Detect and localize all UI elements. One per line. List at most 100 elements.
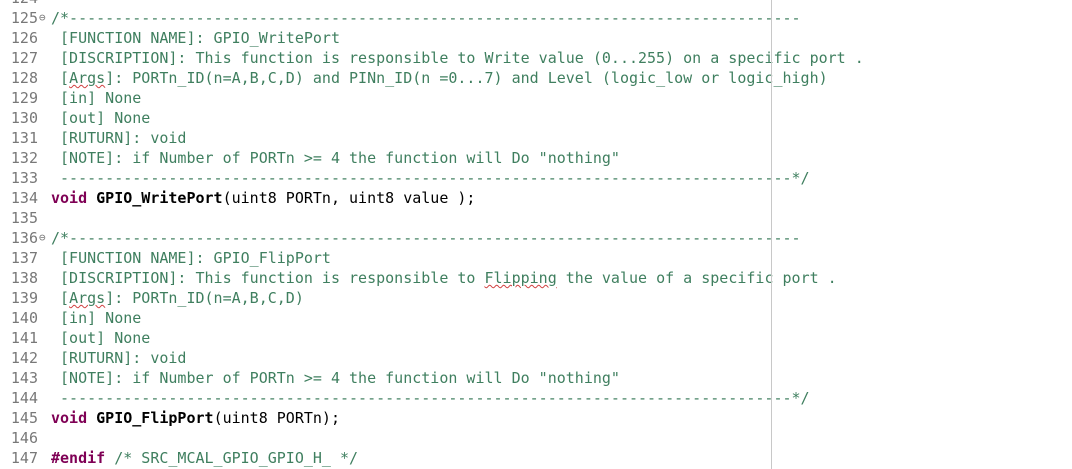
comment-segment: [ (51, 289, 70, 307)
parameter-list: (uint8 PORTn, uint8 value ); (222, 189, 476, 207)
comment-segment: [in] None (51, 89, 142, 107)
code-line[interactable]: 127 [DISCRIPTION]: This function is resp… (0, 48, 1072, 68)
function-name: GPIO_FlipPort (96, 409, 214, 427)
line-number: 142 (10, 349, 38, 367)
code-line[interactable]: 145 void GPIO_FlipPort(uint8 PORTn); (0, 408, 1072, 428)
code-line[interactable]: 129 [in] None (0, 88, 1072, 108)
code-line[interactable]: 136 ⊖/*----------------------------------… (0, 228, 1072, 248)
comment-segment: /*--------------------------------------… (51, 229, 801, 247)
code-line[interactable]: 128 [Args]: PORTn_ID(n=A,B,C,D) and PINn… (0, 68, 1072, 88)
comment-segment: ]: PORTn_ID(n=A,B,C,D) and PINn_ID(n =0.… (105, 69, 828, 87)
comment-segment: [DISCRIPTION]: This function is responsi… (51, 49, 864, 67)
spelling-warning-word: Flipping (484, 269, 557, 287)
line-number: 126 (10, 29, 38, 47)
comment-text: [in] None (51, 88, 141, 108)
comment-segment: [RUTURN]: void (51, 129, 187, 147)
comment-text: ----------------------------------------… (51, 168, 810, 188)
comment-segment: [ (51, 69, 70, 87)
line-number: 143 (10, 369, 38, 387)
code-line[interactable]: 137 [FUNCTION NAME]: GPIO_FlipPort (0, 248, 1072, 268)
line-number: 145 (10, 409, 38, 427)
comment-text: [Args]: PORTn_ID(n=A,B,C,D) (51, 288, 304, 308)
comment-text: [RUTURN]: void (51, 348, 186, 368)
function-declaration: void GPIO_FlipPort(uint8 PORTn); (51, 408, 340, 428)
comment-text: [FUNCTION NAME]: GPIO_FlipPort (51, 248, 331, 268)
line-number: 125 (10, 9, 38, 27)
code-line[interactable]: 135 (0, 208, 1072, 228)
fold-toggle-icon[interactable]: ⊖ (39, 228, 50, 248)
line-number: 146 (10, 429, 38, 447)
code-line[interactable]: 130 [out] None (0, 108, 1072, 128)
spelling-warning-word: Args (69, 69, 106, 87)
keyword: void (51, 189, 88, 207)
code-line[interactable]: 132 [NOTE]: if Number of PORTn >= 4 the … (0, 148, 1072, 168)
line-number: 133 (10, 169, 38, 187)
comment-text: [out] None (51, 108, 150, 128)
code-line[interactable]: 144 ------------------------------------… (0, 388, 1072, 408)
comment-segment: [NOTE]: if Number of PORTn >= 4 the func… (51, 369, 620, 387)
parameter-list: (uint8 PORTn); (213, 409, 340, 427)
print-margin-line (771, 0, 772, 469)
code-line[interactable]: 133 ------------------------------------… (0, 168, 1072, 188)
comment-text: [FUNCTION NAME]: GPIO_WritePort (51, 28, 340, 48)
code-line[interactable]: 124 (0, 0, 1072, 8)
comment-segment: ----------------------------------------… (51, 169, 810, 187)
line-number: 136 (10, 229, 38, 247)
comment-text: /*--------------------------------------… (51, 228, 801, 248)
line-number: 137 (10, 249, 38, 267)
code-line[interactable]: 143 [NOTE]: if Number of PORTn >= 4 the … (0, 368, 1072, 388)
line-number: 128 (10, 69, 38, 87)
comment-text: [DISCRIPTION]: This function is responsi… (51, 268, 837, 288)
comment-text: [out] None (51, 328, 150, 348)
comment-text: [NOTE]: if Number of PORTn >= 4 the func… (51, 368, 620, 388)
comment-segment: /*--------------------------------------… (51, 9, 801, 27)
code-line[interactable]: 146 (0, 428, 1072, 448)
function-declaration: void GPIO_WritePort(uint8 PORTn, uint8 v… (51, 188, 475, 208)
preprocessor-directive: #endif /* SRC_MCAL_GPIO_GPIO_H_ */ (51, 448, 358, 468)
comment-text: ----------------------------------------… (51, 388, 810, 408)
spelling-warning-word: Args (69, 289, 106, 307)
line-number: 139 (10, 289, 38, 307)
code-line[interactable]: 140 [in] None (0, 308, 1072, 328)
comment-segment: [RUTURN]: void (51, 349, 187, 367)
line-number: 135 (10, 209, 38, 227)
comment-segment: /* SRC_MCAL_GPIO_GPIO_H_ */ (105, 449, 359, 467)
code-line[interactable]: 125 ⊖/*----------------------------------… (0, 8, 1072, 28)
line-number: 144 (10, 389, 38, 407)
comment-text: [RUTURN]: void (51, 128, 186, 148)
comment-segment: [DISCRIPTION]: This function is responsi… (51, 269, 485, 287)
code-line[interactable]: 126 [FUNCTION NAME]: GPIO_WritePort (0, 28, 1072, 48)
code-line[interactable]: 141 [out] None (0, 328, 1072, 348)
code-line[interactable]: 142 [RUTURN]: void (0, 348, 1072, 368)
comment-segment: [FUNCTION NAME]: GPIO_FlipPort (51, 249, 331, 267)
line-number: 134 (10, 189, 38, 207)
line-number: 130 (10, 109, 38, 127)
comment-segment: ]: PORTn_ID(n=A,B,C,D) (105, 289, 304, 307)
comment-segment: [out] None (51, 329, 151, 347)
comment-text: [DISCRIPTION]: This function is responsi… (51, 48, 864, 68)
line-number: 127 (10, 49, 38, 67)
line-number: 140 (10, 309, 38, 327)
line-number: 124 (0, 0, 38, 8)
line-number: 132 (10, 149, 38, 167)
code-line[interactable]: 147 #endif /* SRC_MCAL_GPIO_GPIO_H_ */ (0, 448, 1072, 468)
code-line[interactable]: 138 [DISCRIPTION]: This function is resp… (0, 268, 1072, 288)
keyword: #endif (51, 449, 106, 467)
code-line[interactable]: 139 [Args]: PORTn_ID(n=A,B,C,D) (0, 288, 1072, 308)
code-line[interactable]: 131 [RUTURN]: void (0, 128, 1072, 148)
code-line[interactable]: 134 void GPIO_WritePort(uint8 PORTn, uint… (0, 188, 1072, 208)
line-number: 147 (10, 449, 38, 467)
comment-text: [Args]: PORTn_ID(n=A,B,C,D) and PINn_ID(… (51, 68, 828, 88)
line-number: 129 (10, 89, 38, 107)
comment-segment: [out] None (51, 109, 151, 127)
line-number: 131 (10, 129, 38, 147)
code-editor[interactable]: 124125⊖/*-------------------------------… (0, 0, 1072, 468)
comment-text: [NOTE]: if Number of PORTn >= 4 the func… (51, 148, 620, 168)
keyword: void (51, 409, 88, 427)
function-name: GPIO_WritePort (96, 189, 223, 207)
comment-segment: [in] None (51, 309, 142, 327)
fold-toggle-icon[interactable]: ⊖ (39, 8, 50, 28)
comment-text: [in] None (51, 308, 141, 328)
comment-segment: [NOTE]: if Number of PORTn >= 4 the func… (51, 149, 620, 167)
comment-segment: [FUNCTION NAME]: GPIO_WritePort (51, 29, 340, 47)
